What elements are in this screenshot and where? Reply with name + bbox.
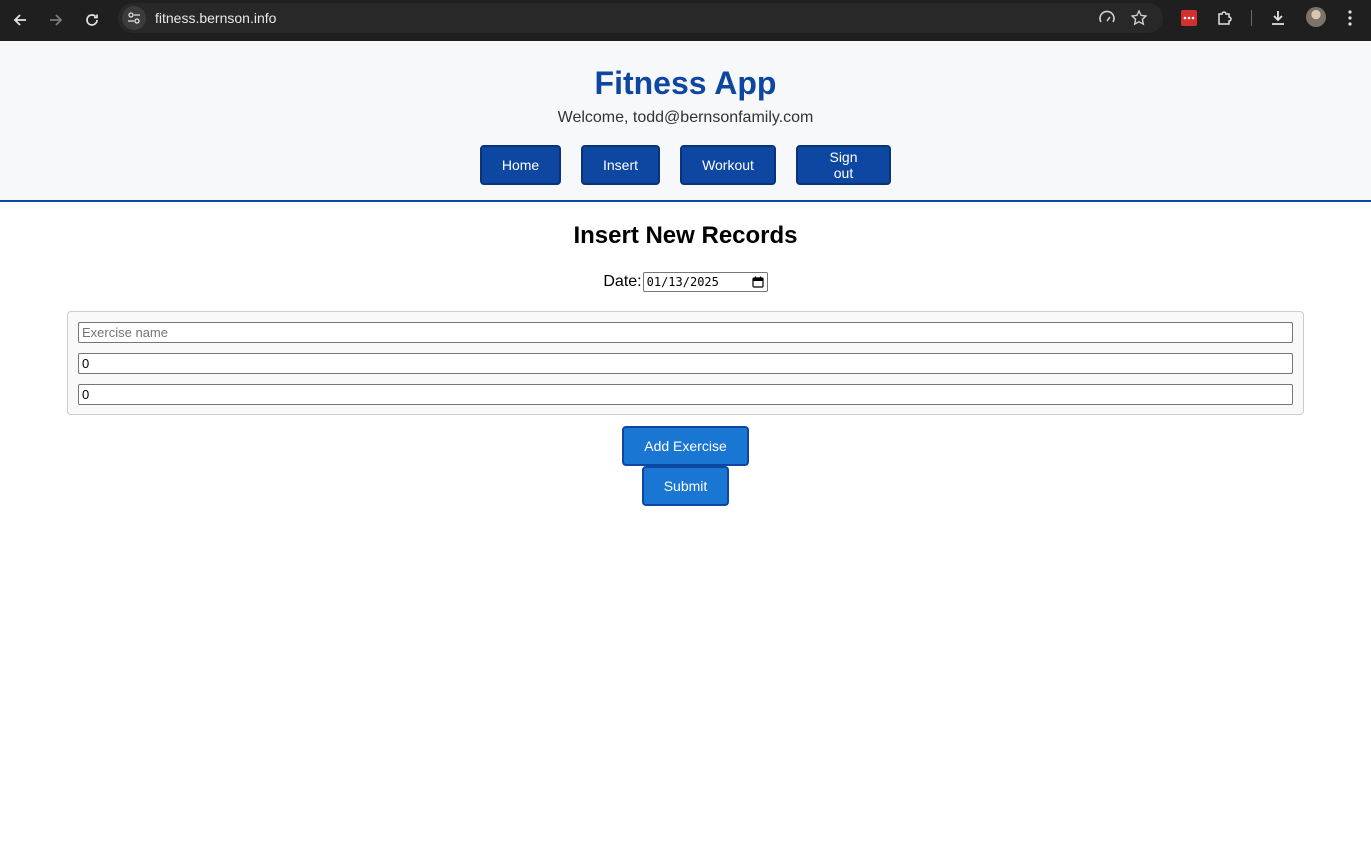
date-row: Date: 01/13/2025 bbox=[0, 272, 1371, 292]
puzzle-icon[interactable] bbox=[1215, 8, 1235, 28]
forward-arrow-icon[interactable] bbox=[42, 6, 70, 34]
exercise-number-input-2[interactable]: 0 bbox=[78, 384, 1293, 405]
back-arrow-icon[interactable] bbox=[6, 6, 34, 34]
insert-button[interactable]: Insert bbox=[581, 145, 660, 185]
reload-icon[interactable] bbox=[78, 6, 106, 34]
calendar-icon[interactable] bbox=[752, 276, 764, 288]
kebab-menu-icon[interactable] bbox=[1340, 8, 1360, 28]
speed-gauge-icon[interactable] bbox=[1098, 9, 1116, 27]
star-icon[interactable] bbox=[1130, 9, 1148, 27]
exercise-number-input-1[interactable]: 0 bbox=[78, 353, 1293, 374]
home-button[interactable]: Home bbox=[480, 145, 561, 185]
date-label: Date: bbox=[603, 273, 642, 290]
sign-out-button[interactable]: Sign out bbox=[796, 145, 891, 185]
workout-button[interactable]: Workout bbox=[680, 145, 776, 185]
browser-toolbar: fitness.bernson.info bbox=[0, 0, 1371, 41]
add-exercise-button[interactable]: Add Exercise bbox=[622, 426, 749, 466]
date-value: 01/13/2025 bbox=[646, 275, 719, 289]
app-header: Fitness App Welcome, todd@bernsonfamily.… bbox=[0, 41, 1371, 202]
main-content: Insert New Records Date: 01/13/2025 Exer… bbox=[0, 202, 1371, 506]
address-bar[interactable]: fitness.bernson.info bbox=[118, 3, 1163, 33]
exercise-entry-group: Exercise name 0 0 bbox=[67, 311, 1304, 415]
main-nav: Home Insert Workout Sign out bbox=[0, 145, 1371, 185]
date-input[interactable]: 01/13/2025 bbox=[642, 272, 768, 292]
url-text[interactable]: fitness.bernson.info bbox=[155, 10, 276, 26]
toolbar-divider bbox=[1251, 10, 1252, 26]
site-info-icon[interactable] bbox=[122, 6, 146, 30]
download-icon[interactable] bbox=[1268, 8, 1288, 28]
password-manager-icon[interactable] bbox=[1179, 8, 1199, 28]
app-title: Fitness App bbox=[594, 65, 777, 101]
exercise-name-input[interactable]: Exercise name bbox=[78, 322, 1293, 343]
avatar[interactable] bbox=[1306, 7, 1326, 27]
submit-button[interactable]: Submit bbox=[642, 466, 729, 506]
page-title: Insert New Records bbox=[573, 222, 798, 249]
welcome-text: Welcome, todd@bernsonfamily.com bbox=[557, 109, 814, 126]
